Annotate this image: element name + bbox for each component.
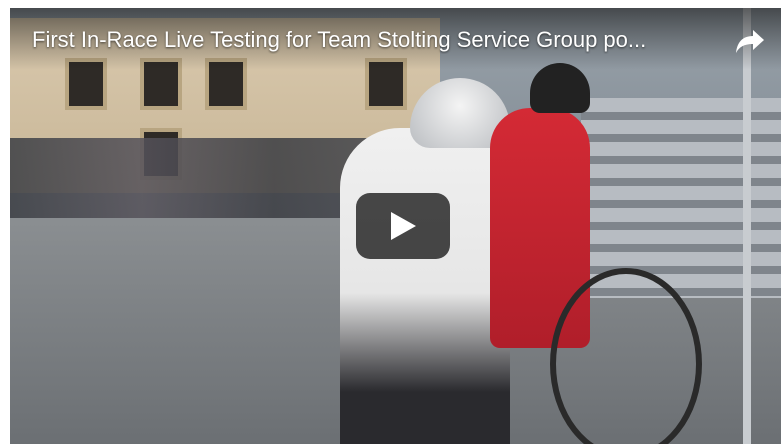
- play-button[interactable]: [356, 193, 450, 259]
- share-icon: [736, 30, 764, 53]
- video-title[interactable]: First In-Race Live Testing for Team Stol…: [32, 26, 722, 54]
- scene-railing: [743, 8, 751, 444]
- scene-stairs: [581, 98, 781, 298]
- title-bar: First In-Race Live Testing for Team Stol…: [10, 8, 781, 70]
- scene-rider-white: [340, 128, 510, 444]
- video-player[interactable]: First In-Race Live Testing for Team Stol…: [10, 8, 781, 444]
- play-icon: [391, 212, 416, 240]
- share-button[interactable]: [733, 24, 767, 58]
